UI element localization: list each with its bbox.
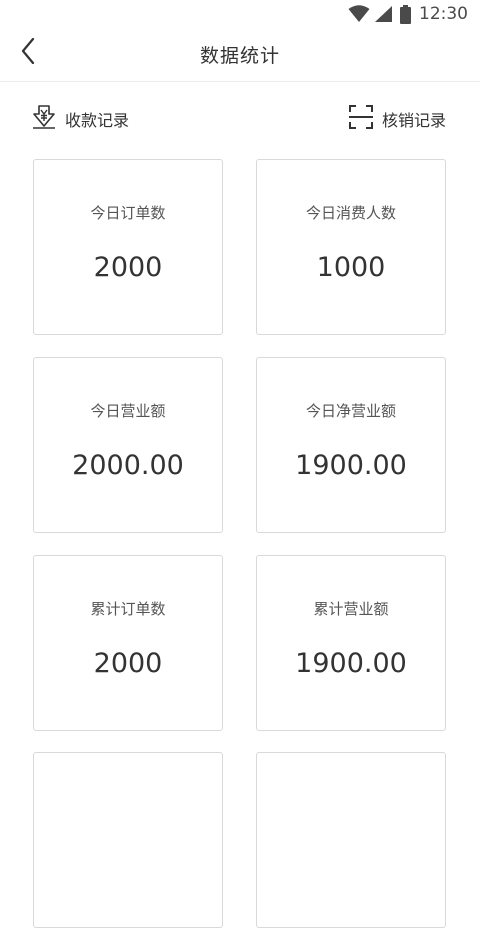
stat-value: 1900.00 [295,450,407,481]
stat-card-total-orders: 累计订单数 2000 [33,555,223,731]
signal-icon [374,5,392,23]
status-time: 12:30 [419,4,468,24]
collection-records-label: 收款记录 [65,111,130,130]
verification-records-link[interactable]: 核销记录 [348,105,446,133]
stat-value: 2000 [93,648,163,679]
stat-card-today-net-revenue: 今日净营业额 1900.00 [256,357,446,533]
stat-card-today-revenue: 今日营业额 2000.00 [33,357,223,533]
stat-label: 今日营业额 [90,402,166,420]
scan-icon [348,104,374,134]
stat-value: 1900.00 [295,648,407,679]
stat-value: 2000.00 [72,450,184,481]
app-header: 数据统计 [0,28,480,82]
verification-records-label: 核销记录 [381,111,446,130]
stat-card-today-orders: 今日订单数 2000 [33,159,223,335]
stat-card-total-revenue: 累计营业额 1900.00 [256,555,446,731]
stat-card-today-customers: 今日消费人数 1000 [256,159,446,335]
stat-value: 1000 [316,252,386,283]
stat-card-partial [256,752,446,928]
stat-label: 累计营业额 [313,600,389,618]
page-title: 数据统计 [199,45,280,67]
stat-label: 今日订单数 [90,204,166,222]
stat-value: 2000 [93,252,163,283]
battery-icon [400,4,411,24]
stat-label: 累计订单数 [90,600,166,618]
stat-label: 今日消费人数 [305,204,396,222]
status-bar: 12:30 [0,0,480,28]
stat-card-partial [33,752,223,928]
wifi-icon [348,5,370,23]
stat-label: 今日净营业额 [305,402,396,420]
status-icons: 12:30 [348,4,468,24]
collection-records-link[interactable]: 收款记录 [31,105,129,133]
yen-download-icon [31,104,57,134]
